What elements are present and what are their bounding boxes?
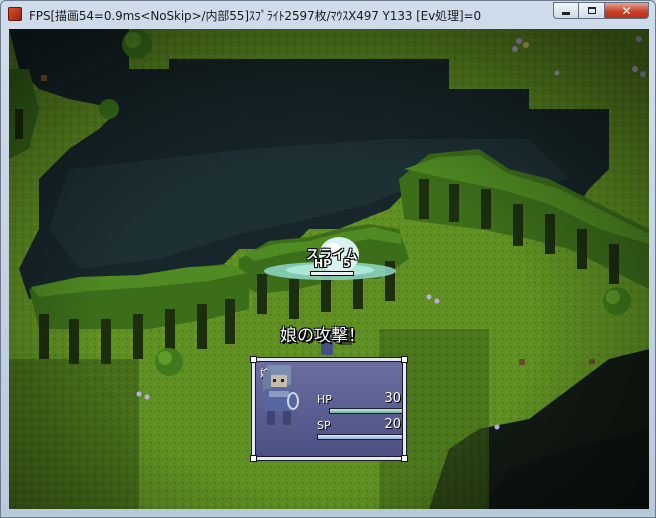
party-member-portrait [263,365,299,425]
game-viewport[interactable]: スライム HP 5 娘の攻撃！ 娘 [9,29,649,509]
game-app-icon [8,7,22,21]
hp-value: 30 [384,391,401,406]
enemy-hp-bar [310,271,354,276]
maximize-button[interactable] [579,2,605,19]
game-window: FPS[描画54=0.9ms<NoSkip>/内部55]ｽﾌﾟﾗｲﾄ2597枚/… [0,0,656,518]
sp-value: 20 [384,417,401,432]
enemy-hp-value: 5 [343,257,351,270]
window-title: FPS[描画54=0.9ms<NoSkip>/内部55]ｽﾌﾟﾗｲﾄ2597枚/… [29,9,482,23]
minimize-icon [562,12,570,15]
maximize-icon [587,7,596,14]
enemy-hp-caption: HP [314,257,332,270]
hp-bar-fill [330,409,402,413]
sp-bar [317,434,403,440]
sp-label: SP [317,419,331,432]
status-window-corner [402,456,407,461]
party-status-window: 娘 HP 30 SP 20 [251,357,407,461]
enemy-hp-bar-fill [311,272,353,275]
close-button[interactable]: ✕ [605,2,649,19]
hp-bar [329,408,403,414]
hp-label: HP [317,393,332,406]
battle-message: 娘の攻撃！ [280,326,365,346]
status-window-corner [402,357,407,362]
title-bar[interactable]: FPS[描画54=0.9ms<NoSkip>/内部55]ｽﾌﾟﾗｲﾄ2597枚/… [1,1,655,29]
minimize-button[interactable] [553,2,579,19]
close-icon: ✕ [621,3,632,18]
status-window-corner [251,456,256,461]
sp-bar-fill [318,435,402,439]
window-controls: ✕ [553,2,649,21]
enemy-hp-label: HP 5 [314,257,351,270]
